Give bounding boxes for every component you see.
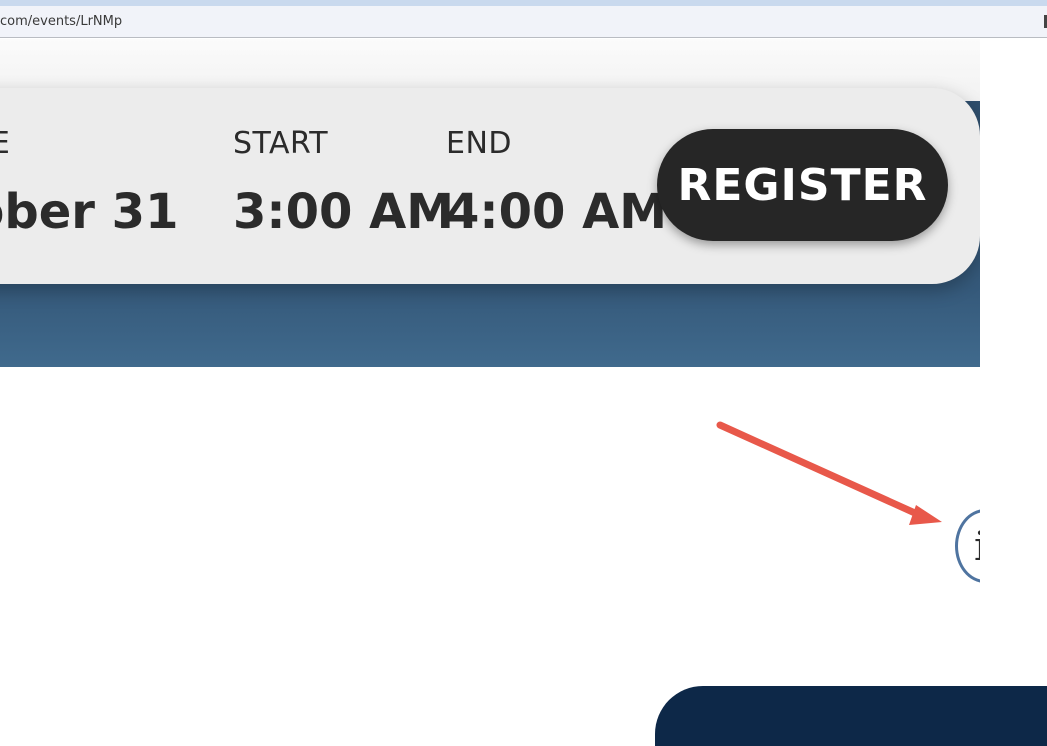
page-viewport: TE ctober 31 START 3:00 AM END 4:00 AM R… [0, 39, 980, 701]
date-value: ctober 31 [0, 184, 179, 240]
end-label: END [446, 126, 512, 161]
start-time-value: 3:00 AM [233, 184, 455, 240]
red-arrow-annotation [716, 421, 942, 525]
address-bar[interactable]: com/events/LrNMp [0, 6, 1047, 38]
event-details-card: TE ctober 31 START 3:00 AM END 4:00 AM R… [0, 88, 980, 284]
start-label: START [233, 126, 329, 161]
address-text[interactable]: com/events/LrNMp [0, 14, 122, 29]
register-button[interactable]: REGISTER [657, 129, 948, 241]
end-time-value: 4:00 AM [446, 184, 668, 240]
footer-panel [655, 686, 1047, 746]
page-gutter [980, 39, 1047, 701]
date-label: TE [0, 126, 11, 161]
